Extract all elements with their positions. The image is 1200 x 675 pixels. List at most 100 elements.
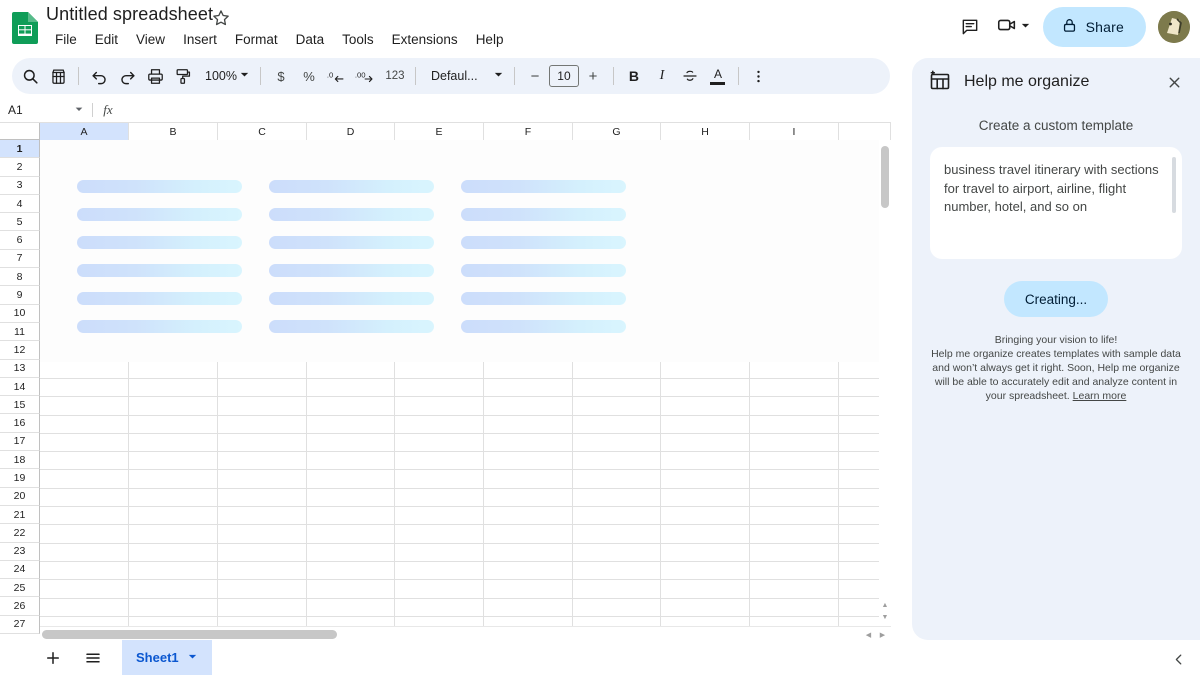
collapse-panel-icon[interactable] bbox=[1168, 648, 1190, 670]
all-sheets-button[interactable] bbox=[76, 643, 110, 673]
sheet-tab-sheet1[interactable]: Sheet1 bbox=[122, 640, 212, 675]
undo-history-icon[interactable] bbox=[44, 62, 72, 90]
column-header-I[interactable]: I bbox=[750, 123, 839, 140]
row-header-12[interactable]: 12 bbox=[0, 341, 40, 360]
row-header-9[interactable]: 9 bbox=[0, 286, 40, 305]
row-header-24[interactable]: 24 bbox=[0, 560, 40, 580]
menu-item-tools[interactable]: Tools bbox=[333, 29, 383, 51]
text-color-button[interactable]: A bbox=[704, 62, 732, 90]
font-family-select[interactable]: Defaul... bbox=[422, 63, 508, 89]
column-header-extra[interactable] bbox=[839, 123, 891, 140]
strikethrough-icon[interactable] bbox=[676, 62, 704, 90]
decrease-font-size-button[interactable]: − bbox=[521, 62, 549, 90]
column-header-G[interactable]: G bbox=[573, 123, 661, 140]
skeleton-bar bbox=[269, 292, 434, 305]
row-header-11[interactable]: 11 bbox=[0, 322, 40, 342]
menu-item-help[interactable]: Help bbox=[467, 29, 513, 51]
paint-format-icon[interactable] bbox=[169, 62, 197, 90]
add-sheet-button[interactable] bbox=[36, 643, 70, 673]
document-title[interactable]: Untitled spreadsheet bbox=[46, 4, 213, 25]
row-header-26[interactable]: 26 bbox=[0, 597, 40, 616]
redo-icon[interactable] bbox=[113, 62, 141, 90]
zoom-select[interactable]: 100% bbox=[197, 63, 254, 89]
row-header-3[interactable]: 3 bbox=[0, 176, 40, 195]
menu-item-insert[interactable]: Insert bbox=[174, 29, 226, 51]
vertical-scroll-thumb[interactable] bbox=[881, 146, 889, 208]
row-header-27[interactable]: 27 bbox=[0, 615, 40, 635]
prompt-input[interactable]: business travel itinerary with sections … bbox=[930, 147, 1182, 259]
meet-button[interactable] bbox=[990, 7, 1035, 47]
star-outline-icon[interactable] bbox=[211, 8, 231, 28]
comment-history-icon[interactable] bbox=[950, 7, 990, 47]
name-box[interactable]: A1 bbox=[0, 97, 92, 122]
learn-more-link[interactable]: Learn more bbox=[1073, 390, 1127, 402]
account-avatar[interactable] bbox=[1158, 11, 1190, 43]
increase-decimal-button[interactable]: .00 bbox=[351, 62, 381, 90]
row-header-20[interactable]: 20 bbox=[0, 487, 40, 506]
decrease-decimal-button[interactable]: .0 bbox=[323, 62, 351, 90]
scroll-left-arrow-icon[interactable]: ◀ bbox=[864, 630, 873, 639]
row-header-18[interactable]: 18 bbox=[0, 451, 40, 470]
close-icon[interactable] bbox=[1160, 68, 1188, 96]
percent-format-button[interactable]: % bbox=[295, 62, 323, 90]
menu-item-file[interactable]: File bbox=[46, 29, 86, 51]
menu-item-extensions[interactable]: Extensions bbox=[383, 29, 467, 51]
increase-font-size-button[interactable]: + bbox=[579, 62, 607, 90]
row-header-6[interactable]: 6 bbox=[0, 231, 40, 250]
prompt-scroll-thumb[interactable] bbox=[1172, 157, 1176, 213]
menu-item-data[interactable]: Data bbox=[287, 29, 334, 51]
row-header-14[interactable]: 14 bbox=[0, 377, 40, 397]
row-header-7[interactable]: 7 bbox=[0, 249, 40, 269]
menu-item-format[interactable]: Format bbox=[226, 29, 287, 51]
column-header-A[interactable]: A bbox=[40, 123, 129, 140]
more-options-icon[interactable] bbox=[745, 62, 773, 90]
search-icon[interactable] bbox=[16, 62, 44, 90]
italic-button[interactable]: I bbox=[648, 62, 676, 90]
column-header-H[interactable]: H bbox=[661, 123, 750, 140]
vertical-scrollbar[interactable]: ▲ ▼ bbox=[879, 140, 891, 623]
row-header-25[interactable]: 25 bbox=[0, 579, 40, 598]
cells-viewport[interactable] bbox=[40, 140, 891, 640]
row-header-13[interactable]: 13 bbox=[0, 359, 40, 378]
create-button[interactable]: Creating... bbox=[1004, 281, 1108, 317]
row-header-4[interactable]: 4 bbox=[0, 194, 40, 214]
more-formats-button[interactable]: 123 bbox=[381, 62, 409, 90]
share-button[interactable]: Share bbox=[1042, 7, 1146, 47]
formula-input[interactable] bbox=[123, 97, 891, 122]
column-header-E[interactable]: E bbox=[395, 123, 484, 140]
row-header-21[interactable]: 21 bbox=[0, 505, 40, 525]
currency-format-button[interactable]: $ bbox=[267, 62, 295, 90]
row-header-23[interactable]: 23 bbox=[0, 542, 40, 561]
scroll-right-arrow-icon[interactable]: ▶ bbox=[878, 630, 887, 639]
row-header-22[interactable]: 22 bbox=[0, 524, 40, 543]
horizontal-scroll-thumb[interactable] bbox=[42, 630, 337, 639]
print-icon[interactable] bbox=[141, 62, 169, 90]
row-header-1[interactable]: 1 bbox=[0, 140, 40, 159]
font-size-input[interactable]: 10 bbox=[548, 65, 579, 87]
panel-title: Help me organize bbox=[964, 73, 1090, 90]
menu-item-view[interactable]: View bbox=[127, 29, 174, 51]
row-header-15[interactable]: 15 bbox=[0, 396, 40, 415]
chevron-down-icon[interactable] bbox=[187, 650, 198, 665]
horizontal-scrollbar[interactable]: ◀ ▶ bbox=[40, 626, 891, 640]
column-headers: ABCDEFGHI bbox=[40, 123, 891, 140]
row-header-10[interactable]: 10 bbox=[0, 304, 40, 323]
sheet-tab-label: Sheet1 bbox=[136, 650, 179, 665]
scroll-down-arrow-icon[interactable]: ▼ bbox=[881, 613, 889, 621]
undo-icon[interactable] bbox=[85, 62, 113, 90]
select-all-corner[interactable] bbox=[0, 123, 40, 140]
scroll-up-arrow-icon[interactable]: ▲ bbox=[881, 601, 889, 609]
column-header-D[interactable]: D bbox=[307, 123, 395, 140]
column-header-F[interactable]: F bbox=[484, 123, 573, 140]
row-header-17[interactable]: 17 bbox=[0, 432, 40, 452]
column-header-B[interactable]: B bbox=[129, 123, 218, 140]
row-header-16[interactable]: 16 bbox=[0, 414, 40, 433]
row-header-8[interactable]: 8 bbox=[0, 268, 40, 287]
column-header-C[interactable]: C bbox=[218, 123, 307, 140]
row-header-2[interactable]: 2 bbox=[0, 158, 40, 177]
menu-item-edit[interactable]: Edit bbox=[86, 29, 127, 51]
row-header-5[interactable]: 5 bbox=[0, 213, 40, 232]
top-right-actions: Share bbox=[950, 7, 1192, 47]
row-header-19[interactable]: 19 bbox=[0, 469, 40, 488]
bold-button[interactable]: B bbox=[620, 62, 648, 90]
